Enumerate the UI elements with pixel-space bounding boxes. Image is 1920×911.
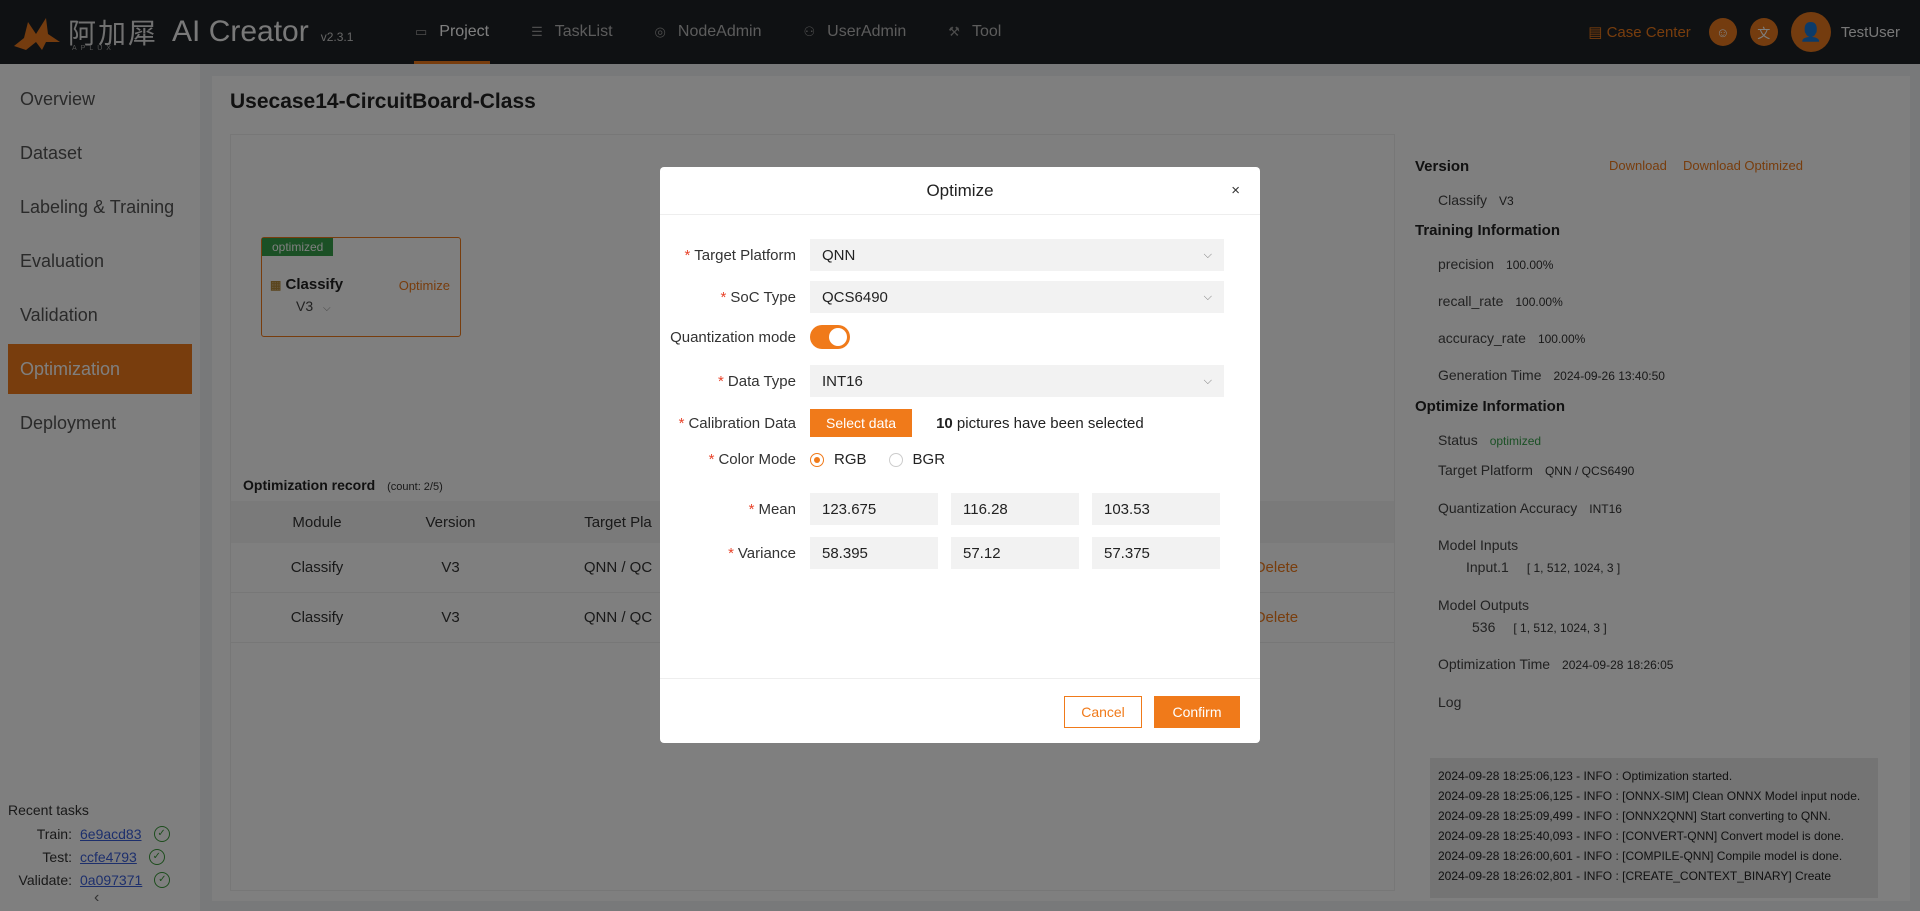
confirm-button[interactable]: Confirm <box>1154 696 1240 728</box>
dialog-title: Optimize <box>926 180 994 200</box>
dialog-header: Optimize × <box>660 167 1260 215</box>
chevron-down-icon: ⌵ <box>1203 290 1212 303</box>
calibration-data-field: * Calibration Data Select data 10 picture… <box>660 409 1260 437</box>
required-mark: * <box>678 414 685 432</box>
required-mark: * <box>708 451 715 468</box>
required-mark: * <box>728 544 734 562</box>
calibration-count-text: 10 pictures have been selected <box>936 415 1144 432</box>
mean-input-g[interactable]: 116.28 <box>951 493 1079 525</box>
mean-input-b[interactable]: 103.53 <box>1092 493 1220 525</box>
field-label: * Mean <box>660 501 810 518</box>
calibration-text: pictures have been selected <box>956 414 1144 432</box>
calibration-count: 10 <box>936 414 953 432</box>
select-value: INT16 <box>822 372 863 390</box>
field-label-text: Calibration Data <box>688 414 796 432</box>
radio-selected-icon <box>810 452 824 467</box>
dialog-footer: Cancel Confirm <box>660 678 1260 743</box>
mean-field: * Mean 123.675 116.28 103.53 <box>660 493 1260 525</box>
select-value: QNN <box>822 246 856 264</box>
field-label-text: Color Mode <box>718 451 796 468</box>
close-icon[interactable]: × <box>1231 182 1240 199</box>
quantization-mode-toggle[interactable] <box>810 325 850 349</box>
mean-input-r[interactable]: 123.675 <box>810 493 938 525</box>
chevron-down-icon: ⌵ <box>1203 374 1212 387</box>
field-label: * Data Type <box>660 373 810 390</box>
data-type-select[interactable]: INT16 ⌵ <box>810 365 1224 397</box>
field-label-text: Target Platform <box>694 246 796 264</box>
field-label: * Calibration Data <box>660 415 810 432</box>
field-label-text: SoC Type <box>730 288 796 306</box>
field-label: Quantization mode <box>670 328 796 346</box>
variance-input-r[interactable]: 58.395 <box>810 537 938 569</box>
field-label: * Variance <box>660 545 810 562</box>
select-data-button[interactable]: Select data <box>810 409 913 437</box>
radio-label: BGR <box>912 451 946 468</box>
field-label: * Target Platform <box>660 247 810 264</box>
field-label-text: Variance <box>737 544 796 562</box>
cancel-button[interactable]: Cancel <box>1064 696 1142 728</box>
radio-label: RGB <box>834 451 867 468</box>
soc-type-field: * SoC Type QCS6490 ⌵ <box>660 281 1260 313</box>
field-label: * SoC Type <box>660 289 810 306</box>
chevron-down-icon: ⌵ <box>1203 248 1212 261</box>
radio-bgr[interactable]: BGR <box>888 451 946 468</box>
field-label: * Color Mode <box>660 451 810 468</box>
variance-input-b[interactable]: 57.375 <box>1092 537 1220 569</box>
field-label-text: Mean <box>758 500 796 518</box>
field-label-text: Data Type <box>727 372 796 390</box>
variance-field: * Variance 58.395 57.12 57.375 <box>660 537 1260 569</box>
required-mark: * <box>748 500 755 518</box>
radio-unselected-icon <box>888 452 903 467</box>
data-type-field: * Data Type INT16 ⌵ <box>660 365 1260 397</box>
quantization-mode-field: Quantization mode <box>660 325 1260 349</box>
color-mode-field: * Color Mode RGB BGR <box>660 451 1260 468</box>
variance-input-g[interactable]: 57.12 <box>951 537 1079 569</box>
target-platform-field: * Target Platform QNN ⌵ <box>660 239 1260 271</box>
select-value: QCS6490 <box>822 288 888 306</box>
required-mark: * <box>684 246 691 264</box>
target-platform-select[interactable]: QNN ⌵ <box>810 239 1224 271</box>
required-mark: * <box>718 372 724 390</box>
optimize-dialog: Optimize × * Target Platform QNN ⌵ * SoC T… <box>660 167 1260 743</box>
required-mark: * <box>720 288 727 306</box>
soc-type-select[interactable]: QCS6490 ⌵ <box>810 281 1224 313</box>
radio-rgb[interactable]: RGB <box>810 451 867 468</box>
